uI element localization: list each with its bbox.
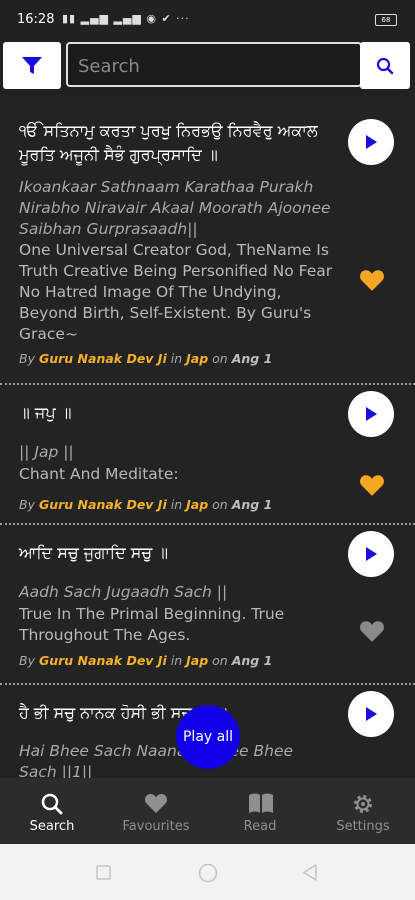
transliteration-text: Ikoankaar Sathnaam Karathaa Purakh Nirab… [19,178,331,238]
source-info: By Guru Nanak Dev Ji in Jap on Ang 1 [19,497,272,512]
home-icon[interactable] [198,863,218,883]
results-list: ੴ ਸਤਿਨਾਮੁ ਕਰਤਾ ਪੁਰਖੁ ਨਿਰਭਉ ਨਿਰਵੈਰੁ ਅਕਾਲ … [0,95,415,778]
book-icon [249,793,273,813]
favourite-heart-icon[interactable] [359,619,385,643]
play-all-button[interactable]: Play all [176,705,240,769]
on-label: on [212,497,228,512]
author-link[interactable]: Guru Nanak Dev Ji [39,497,167,512]
bani-link[interactable]: Jap [186,351,208,366]
search-box [66,42,362,87]
ang-link[interactable]: Ang 1 [232,351,273,366]
author-link[interactable]: Guru Nanak Dev Ji [39,653,167,668]
nav-item-favourites[interactable]: Favourites [106,778,206,844]
by-label: By [19,351,35,366]
gurmukhi-text: ੴ ਸਤਿਨਾਮੁ ਕਰਤਾ ਪੁਰਖੁ ਨਿਰਭਉ ਨਿਰਵੈਰੁ ਅਕਾਲ … [19,121,318,164]
source-info: By Guru Nanak Dev Ji in Jap on Ang 1 [19,351,272,366]
play-icon [366,707,377,721]
nav-item-settings[interactable]: Settings [313,778,413,844]
by-label: By [19,497,35,512]
play-button[interactable] [348,119,394,165]
search-input[interactable] [76,52,355,80]
back-icon[interactable] [302,864,318,881]
recents-icon[interactable] [96,865,111,880]
favourite-heart-icon[interactable] [359,268,385,292]
by-label: By [19,653,35,668]
filter-button[interactable] [3,42,61,89]
transliteration-text: Aadh Sach Jugaadh Sach || [19,583,228,601]
nav-label: Search [29,819,75,834]
translation-text: Chant And Meditate: [19,465,179,483]
play-button[interactable] [348,531,394,577]
nav-label: Favourites [122,819,190,834]
gurmukhi-text: ॥ ਜਪੁ ॥ [19,403,72,422]
search-button[interactable] [360,42,410,89]
on-label: on [212,351,228,366]
battery-icon: 68 [375,14,397,26]
search-icon [41,793,63,815]
bottom-nav: Search Favourites Read Settings [0,778,415,844]
nav-item-search[interactable]: Search [2,778,102,844]
bani-link[interactable]: Jap [186,497,208,512]
translation-text: One Universal Creator God, TheName Is Tr… [19,241,333,343]
bani-link[interactable]: Jap [186,653,208,668]
favourite-heart-icon[interactable] [359,473,385,497]
source-info: By Guru Nanak Dev Ji in Jap on Ang 1 [19,653,272,668]
on-label: on [212,653,228,668]
status-icons: ▮▮ ▂▄▆ ▂▄▆ ◉ ✔ ··· [62,12,190,25]
play-button[interactable] [348,691,394,737]
status-time: 16:28 [17,12,55,27]
author-link[interactable]: Guru Nanak Dev Ji [39,351,167,366]
result-card[interactable]: ॥ ਜਪੁ ॥ || Jap || Chant And Meditate: By… [0,385,415,525]
ang-link[interactable]: Ang 1 [232,497,273,512]
in-label: in [170,653,183,668]
result-card[interactable]: ਆਦਿ ਸਚੁ ਜੁਗਾਦਿ ਸਚੁ ॥ Aadh Sach Jugaadh S… [0,525,415,685]
play-icon [366,407,377,421]
transliteration-text: || Jap || [19,443,74,461]
play-icon [366,135,377,149]
play-icon [366,547,377,561]
status-bar: 16:28 ▮▮ ▂▄▆ ▂▄▆ ◉ ✔ ··· 68 [0,0,415,38]
gurmukhi-text: ਆਦਿ ਸਚੁ ਜੁਗਾਦਿ ਸਚੁ ॥ [19,543,169,562]
nav-item-read[interactable]: Read [210,778,310,844]
in-label: in [170,351,183,366]
system-nav-bar [0,844,415,900]
search-icon [376,57,394,74]
transliteration-text: Hai Bhee Sach Naanak Hosee Bhee Sach ||1… [19,742,294,778]
nav-label: Settings [336,819,390,834]
gear-icon [354,795,372,813]
result-card[interactable]: ੴ ਸਤਿਨਾਮੁ ਕਰਤਾ ਪੁਰਖੁ ਨਿਰਭਉ ਨਿਰਵੈਰੁ ਅਕਾਲ … [0,95,415,385]
search-header [0,38,415,95]
in-label: in [170,497,183,512]
play-button[interactable] [348,391,394,437]
nav-label: Read [243,819,277,834]
heart-icon [144,794,168,813]
filter-icon [22,56,42,74]
ang-link[interactable]: Ang 1 [232,653,273,668]
translation-text: True In The Primal Beginning. True Throu… [19,605,285,644]
